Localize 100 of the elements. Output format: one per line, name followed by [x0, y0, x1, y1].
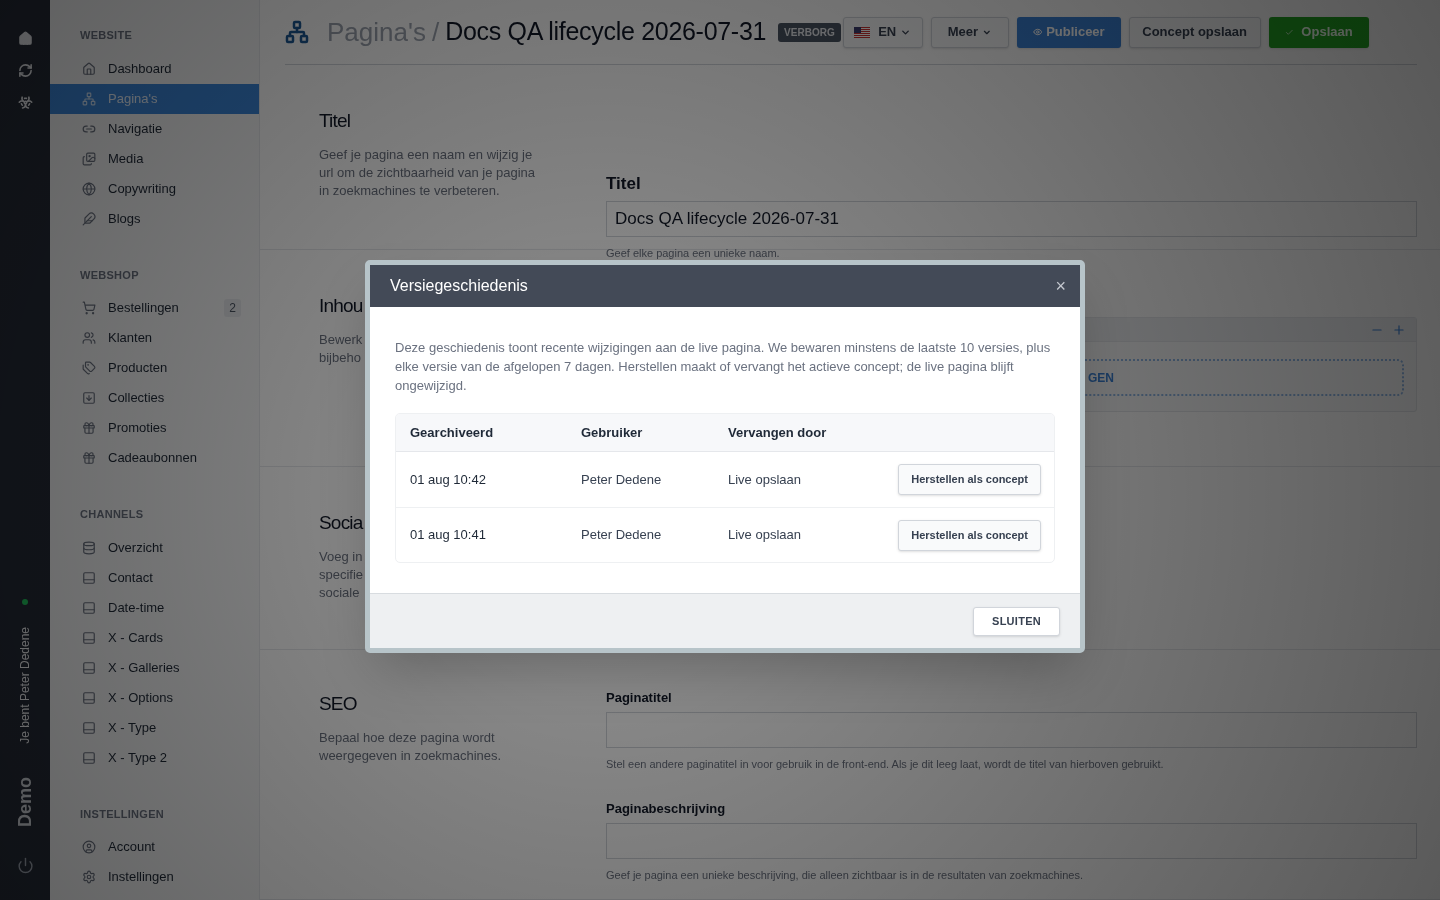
gift-icon — [82, 451, 96, 465]
sidebar-item[interactable]: Date-time — [50, 592, 259, 623]
table-cell-text: Live opslaan — [728, 526, 802, 545]
section-title: Socia — [319, 511, 363, 535]
sidebar-item[interactable]: Promoties — [50, 413, 259, 443]
help-text: Geef je pagina een unieke beschrijving, die alleen zichtbaar is in de resultaten van zoekmachines. — [606, 867, 1084, 883]
sidebar-item[interactable]: X - Galleries — [50, 652, 259, 683]
sidebar-item[interactable]: Blogs — [50, 203, 259, 234]
page-title: Docs QA lifecycle 2026-07-31 — [445, 16, 767, 48]
sitemap-icon — [82, 91, 96, 106]
power-icon[interactable] — [16, 857, 34, 874]
table-cell-text: 01 aug 10:41 — [410, 526, 487, 545]
table-cell-text: 01 aug 10:42 — [410, 470, 487, 489]
panel-icon — [82, 630, 96, 645]
tags-icon — [82, 361, 96, 375]
dialog-title: Versiegeschiedenis — [390, 276, 528, 296]
sidebar-item[interactable]: X - Type 2 — [50, 742, 259, 773]
count-badge: 2 — [224, 299, 241, 317]
sidebar-item[interactable]: X - Type — [50, 712, 259, 743]
add-icon[interactable] — [1392, 322, 1406, 337]
flag-icon — [854, 26, 871, 38]
sidebar-item[interactable]: Account — [50, 832, 259, 862]
sidebar-item[interactable]: X - Options — [50, 682, 259, 713]
column-header: Gebruiker — [581, 423, 644, 442]
status-badge: VERBORG — [778, 22, 841, 42]
dialog-description: Deze geschiedenis toont recente wijzigingen aan de live pagina. We bewaren minstens de laatste 10 versies, plus elke versie van de afgelopen 7 dagen. Herstellen maakt of vervangt het actieve concept; de live pagina blijft ongewijzigd. — [395, 339, 1052, 395]
sidebar-item[interactable]: Collecties — [50, 383, 259, 413]
close-dialog-button[interactable]: SLUITEN — [973, 606, 1060, 636]
field-label: Paginabeschrijving — [606, 800, 727, 818]
sidebar-item[interactable]: X - Cards — [50, 622, 259, 653]
field-label: Paginatitel — [606, 689, 673, 707]
cart-icon — [82, 301, 96, 315]
text-field[interactable] — [606, 711, 1417, 748]
field-label: Titel — [606, 173, 642, 195]
panel-icon — [82, 660, 96, 675]
breadcrumb-separator: / — [431, 15, 440, 49]
users-icon — [82, 331, 96, 345]
restore-button[interactable]: Herstellen als concept — [898, 519, 1041, 551]
panel-icon — [82, 570, 96, 585]
home-icon — [82, 61, 96, 76]
database-icon — [82, 540, 96, 555]
section-title: Titel — [319, 109, 351, 133]
sidebar-item[interactable]: Dashboard — [50, 53, 259, 84]
sidebar-item[interactable]: Navigatie — [50, 113, 259, 144]
brand-label: Demo — [13, 777, 36, 827]
column-header: Gearchiveerd — [410, 423, 495, 442]
section-description: url om de zichtbaarheid van je pagina — [319, 163, 536, 182]
sidebar-item[interactable]: Pagina's — [50, 83, 259, 114]
restore-button[interactable]: Herstellen als concept — [898, 464, 1041, 495]
sidebar-item[interactable]: Producten — [50, 353, 259, 383]
home-icon[interactable] — [17, 31, 33, 46]
sitemap-icon — [285, 20, 309, 44]
text-field[interactable] — [606, 822, 1417, 859]
help-text: Geef elke pagina een unieke naam. — [606, 245, 781, 261]
sidebar-heading: CHANNELS — [79, 507, 145, 522]
section-title: Inhou — [319, 294, 363, 318]
sidebar-item[interactable]: Klanten — [50, 323, 259, 353]
gift-icon — [82, 421, 96, 435]
globe-icon — [82, 181, 96, 196]
language-button[interactable]: EN — [842, 16, 923, 48]
sidebar-item[interactable]: Bestellingen 2 — [50, 293, 259, 323]
save-draft-button[interactable]: Concept opslaan — [1128, 16, 1261, 48]
sidebar-item[interactable]: Instellingen — [50, 862, 259, 892]
sidebar-item[interactable]: Media — [50, 143, 259, 174]
settings-icon — [82, 870, 96, 884]
sidebar-heading: INSTELLINGEN — [79, 806, 165, 822]
panel-icon — [82, 600, 96, 615]
sidebar-heading: WEBSHOP — [79, 267, 140, 283]
section-description: Bewerk — [319, 330, 363, 349]
section-description: bijbeho — [319, 348, 361, 367]
table-cell-text: Peter Dedene — [581, 470, 663, 489]
panel-icon — [82, 690, 96, 705]
section-description: in zoekmachines te verbeteren. — [319, 181, 500, 200]
section-description: Voeg in — [319, 547, 363, 566]
section-description: Geef je pagina een naam en wijzig je — [319, 145, 533, 164]
section-description: specifie — [319, 565, 364, 584]
more-button[interactable]: Meer — [930, 16, 1009, 48]
close-button[interactable]: × — [1055, 277, 1066, 295]
section-description: weergegeven in zoekmachines. — [319, 746, 502, 765]
user-label: Je bent Peter Dedene — [17, 627, 33, 744]
column-header: Vervangen door — [728, 423, 828, 442]
sidebar-item[interactable]: Contact — [50, 562, 259, 593]
biohazard-icon[interactable] — [17, 95, 33, 110]
refresh-icon[interactable] — [17, 63, 33, 78]
section-title: SEO — [319, 692, 357, 716]
section-description: Bepaal hoe deze pagina wordt — [319, 728, 495, 747]
panel-icon — [82, 720, 96, 735]
sidebar-heading: WEBSITE — [79, 28, 134, 43]
table-cell-text: Live opslaan — [728, 470, 802, 489]
sidebar-item[interactable]: Copywriting — [50, 173, 259, 204]
section-description: sociale — [319, 583, 360, 602]
text-field[interactable]: Docs QA lifecycle 2026-07-31 — [606, 200, 1417, 237]
sidebar-item[interactable]: Cadeaubonnen — [50, 443, 259, 473]
table-cell-text: Peter Dedene — [581, 526, 663, 545]
help-text: Stel een andere paginatitel in voor gebruik in de front-end. Als je dit leeg laat, wordt de titel van hierboven gebruikt. — [606, 756, 1165, 772]
inbox-icon — [82, 391, 96, 405]
sidebar-item[interactable]: Overzicht — [50, 532, 259, 563]
publish-button[interactable]: Publiceer — [1016, 16, 1121, 48]
feather-icon — [82, 211, 96, 226]
panel-icon — [82, 750, 96, 765]
